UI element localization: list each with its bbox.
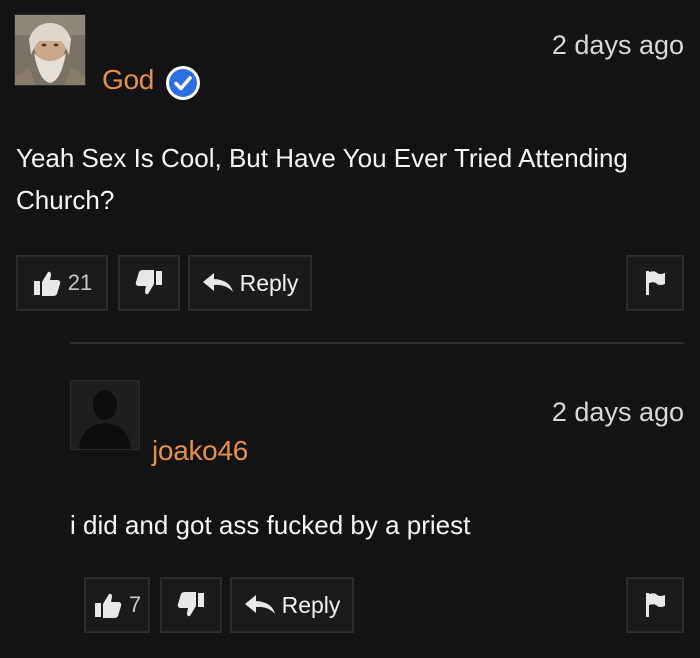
reply-label: Reply bbox=[239, 269, 299, 296]
username[interactable]: God bbox=[102, 64, 154, 96]
flag-button[interactable] bbox=[626, 577, 684, 633]
like-button[interactable]: 21 bbox=[16, 255, 108, 311]
timestamp: 2 days ago bbox=[551, 30, 684, 60]
flag-button[interactable] bbox=[626, 255, 684, 311]
reply-button[interactable]: Reply bbox=[188, 255, 312, 311]
verified-check-icon bbox=[166, 66, 200, 100]
default-avatar-silhouette bbox=[71, 381, 139, 449]
flag-icon bbox=[646, 593, 665, 617]
comment: God 2 days ago Yeah Sex Is Cool, But Hav… bbox=[0, 0, 700, 330]
reply-arrow-icon bbox=[244, 595, 275, 614]
avatar[interactable] bbox=[70, 380, 140, 450]
thumbs-up-icon bbox=[94, 593, 122, 618]
thumbs-down-icon bbox=[177, 592, 204, 617]
like-count: 7 bbox=[128, 592, 142, 617]
thumbs-down-icon bbox=[135, 270, 162, 295]
dislike-button[interactable] bbox=[118, 255, 180, 311]
thumbs-up-icon bbox=[33, 271, 60, 296]
flag-icon bbox=[646, 271, 665, 295]
dislike-button[interactable] bbox=[160, 577, 222, 633]
like-button[interactable]: 7 bbox=[84, 577, 150, 633]
comment-reply: joako46 2 days ago i did and got ass fuc… bbox=[0, 342, 700, 658]
timestamp: 2 days ago bbox=[551, 397, 684, 427]
reply-arrow-icon bbox=[202, 273, 233, 292]
username[interactable]: joako46 bbox=[152, 435, 248, 467]
avatar[interactable] bbox=[14, 14, 86, 86]
comment-text: i did and got ass fucked by a priest bbox=[70, 510, 471, 540]
avatar-portrait-image bbox=[15, 15, 85, 85]
like-count: 21 bbox=[67, 270, 93, 295]
comment-text: Yeah Sex Is Cool, But Have You Ever Trie… bbox=[16, 143, 628, 215]
reply-button[interactable]: Reply bbox=[230, 577, 354, 633]
reply-label: Reply bbox=[281, 591, 341, 618]
